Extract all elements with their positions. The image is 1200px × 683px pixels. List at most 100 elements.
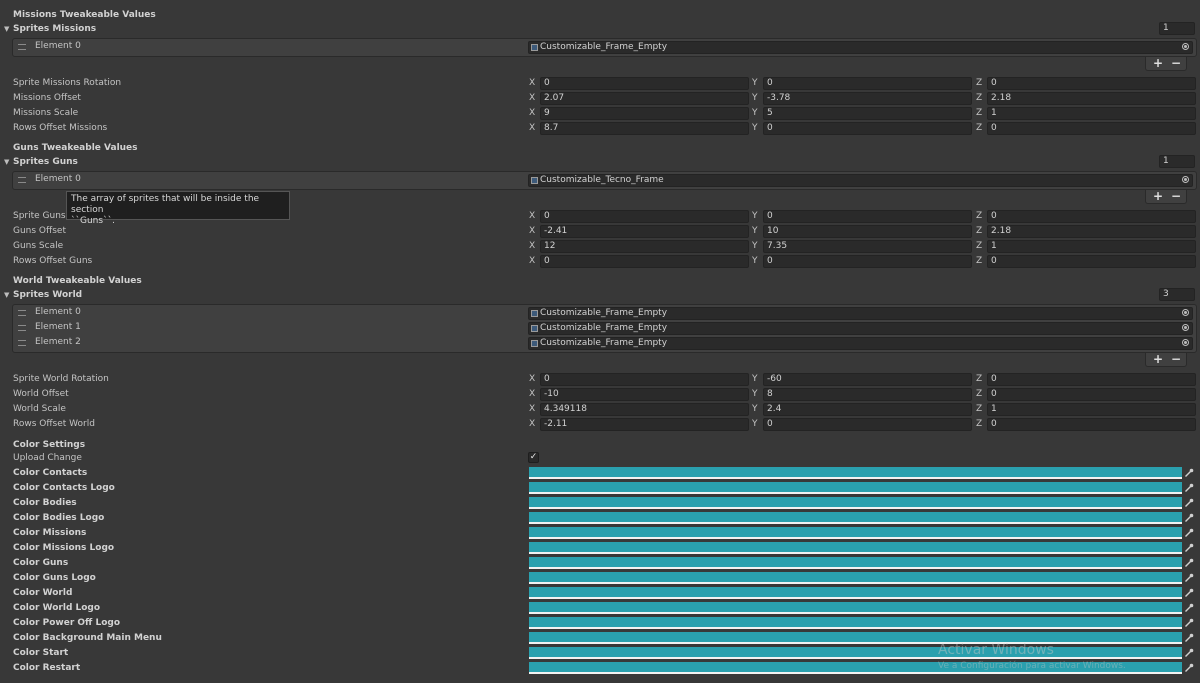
vector-y-field[interactable]: 0 — [763, 122, 972, 135]
vector-x-field[interactable]: 2.07 — [540, 92, 749, 105]
vector-x-field[interactable]: 0 — [540, 373, 749, 386]
drag-handle-icon[interactable] — [18, 325, 26, 331]
axis-x-label[interactable]: X — [529, 78, 535, 88]
vector-y-field[interactable]: 2.4 — [763, 403, 972, 416]
eyedropper-icon[interactable] — [1184, 648, 1194, 658]
axis-z-label[interactable]: Z — [976, 78, 982, 88]
axis-y-label[interactable]: Y — [752, 374, 758, 384]
vector-y-field[interactable]: 0 — [763, 255, 972, 268]
axis-z-label[interactable]: Z — [976, 93, 982, 103]
color-swatch[interactable] — [529, 497, 1182, 509]
object-picker-icon[interactable] — [1182, 339, 1189, 346]
sprite-object-field[interactable]: Customizable_Tecno_Frame — [528, 174, 1193, 187]
vector-z-field[interactable]: 0 — [987, 418, 1196, 431]
vector-y-field[interactable]: 0 — [763, 418, 972, 431]
object-picker-icon[interactable] — [1182, 324, 1189, 331]
color-swatch[interactable] — [529, 587, 1182, 599]
eyedropper-icon[interactable] — [1184, 498, 1194, 508]
vector-x-field[interactable]: 8.7 — [540, 122, 749, 135]
axis-x-label[interactable]: X — [529, 211, 535, 221]
sprite-object-field[interactable]: Customizable_Frame_Empty — [528, 307, 1193, 320]
color-swatch[interactable] — [529, 527, 1182, 539]
color-swatch[interactable] — [529, 602, 1182, 614]
vector-x-field[interactable]: -2.11 — [540, 418, 749, 431]
vector-x-field[interactable]: -10 — [540, 388, 749, 401]
axis-x-label[interactable]: X — [529, 389, 535, 399]
missions-sprites-foldout[interactable]: ▼ Sprites Missions — [4, 24, 96, 34]
axis-y-label[interactable]: Y — [752, 93, 758, 103]
axis-y-label[interactable]: Y — [752, 241, 758, 251]
guns-array-size-field[interactable]: 1 — [1159, 155, 1195, 168]
guns-sprites-foldout[interactable]: ▼ Sprites Guns — [4, 157, 78, 167]
vector-z-field[interactable]: 1 — [987, 240, 1196, 253]
vector-x-field[interactable]: 9 — [540, 107, 749, 120]
axis-z-label[interactable]: Z — [976, 226, 982, 236]
color-swatch[interactable] — [529, 617, 1182, 629]
world-array-size-field[interactable]: 3 — [1159, 288, 1195, 301]
vector-z-field[interactable]: 0 — [987, 210, 1196, 223]
axis-x-label[interactable]: X — [529, 226, 535, 236]
axis-y-label[interactable]: Y — [752, 256, 758, 266]
axis-x-label[interactable]: X — [529, 93, 535, 103]
vector-y-field[interactable]: 0 — [763, 210, 972, 223]
axis-y-label[interactable]: Y — [752, 108, 758, 118]
upload-change-checkbox[interactable]: ✓ — [528, 452, 539, 463]
eyedropper-icon[interactable] — [1184, 513, 1194, 523]
eyedropper-icon[interactable] — [1184, 528, 1194, 538]
eyedropper-icon[interactable] — [1184, 468, 1194, 478]
vector-z-field[interactable]: 0 — [987, 255, 1196, 268]
sprite-object-field[interactable]: Customizable_Frame_Empty — [528, 322, 1193, 335]
missions-array-size-field[interactable]: 1 — [1159, 22, 1195, 35]
eyedropper-icon[interactable] — [1184, 618, 1194, 628]
vector-z-field[interactable]: 2.18 — [987, 225, 1196, 238]
color-swatch[interactable] — [529, 572, 1182, 584]
axis-z-label[interactable]: Z — [976, 256, 982, 266]
remove-element-button[interactable]: − — [1167, 57, 1185, 70]
vector-y-field[interactable]: 0 — [763, 77, 972, 90]
eyedropper-icon[interactable] — [1184, 573, 1194, 583]
axis-x-label[interactable]: X — [529, 256, 535, 266]
axis-y-label[interactable]: Y — [752, 211, 758, 221]
add-element-button[interactable]: + — [1149, 190, 1167, 203]
color-swatch[interactable] — [529, 482, 1182, 494]
axis-z-label[interactable]: Z — [976, 123, 982, 133]
axis-x-label[interactable]: X — [529, 419, 535, 429]
color-swatch[interactable] — [529, 647, 1182, 659]
axis-y-label[interactable]: Y — [752, 404, 758, 414]
sprite-object-field[interactable]: Customizable_Frame_Empty — [528, 41, 1193, 54]
vector-z-field[interactable]: 0 — [987, 373, 1196, 386]
vector-z-field[interactable]: 0 — [987, 122, 1196, 135]
axis-z-label[interactable]: Z — [976, 404, 982, 414]
eyedropper-icon[interactable] — [1184, 603, 1194, 613]
axis-x-label[interactable]: X — [529, 108, 535, 118]
eyedropper-icon[interactable] — [1184, 483, 1194, 493]
drag-handle-icon[interactable] — [18, 44, 26, 50]
object-picker-icon[interactable] — [1182, 43, 1189, 50]
vector-z-field[interactable]: 0 — [987, 77, 1196, 90]
vector-x-field[interactable]: 0 — [540, 77, 749, 90]
axis-x-label[interactable]: X — [529, 374, 535, 384]
color-swatch[interactable] — [529, 632, 1182, 644]
axis-z-label[interactable]: Z — [976, 241, 982, 251]
axis-z-label[interactable]: Z — [976, 108, 982, 118]
color-swatch[interactable] — [529, 542, 1182, 554]
drag-handle-icon[interactable] — [18, 177, 26, 183]
vector-z-field[interactable]: 2.18 — [987, 92, 1196, 105]
drag-handle-icon[interactable] — [18, 310, 26, 316]
axis-y-label[interactable]: Y — [752, 419, 758, 429]
color-swatch[interactable] — [529, 467, 1182, 479]
eyedropper-icon[interactable] — [1184, 663, 1194, 673]
vector-x-field[interactable]: -2.41 — [540, 225, 749, 238]
axis-y-label[interactable]: Y — [752, 226, 758, 236]
remove-element-button[interactable]: − — [1167, 190, 1185, 203]
color-swatch[interactable] — [529, 557, 1182, 569]
vector-y-field[interactable]: -60 — [763, 373, 972, 386]
vector-x-field[interactable]: 12 — [540, 240, 749, 253]
eyedropper-icon[interactable] — [1184, 558, 1194, 568]
eyedropper-icon[interactable] — [1184, 633, 1194, 643]
remove-element-button[interactable]: − — [1167, 353, 1185, 366]
eyedropper-icon[interactable] — [1184, 588, 1194, 598]
add-element-button[interactable]: + — [1149, 353, 1167, 366]
axis-z-label[interactable]: Z — [976, 211, 982, 221]
sprite-object-field[interactable]: Customizable_Frame_Empty — [528, 337, 1193, 350]
